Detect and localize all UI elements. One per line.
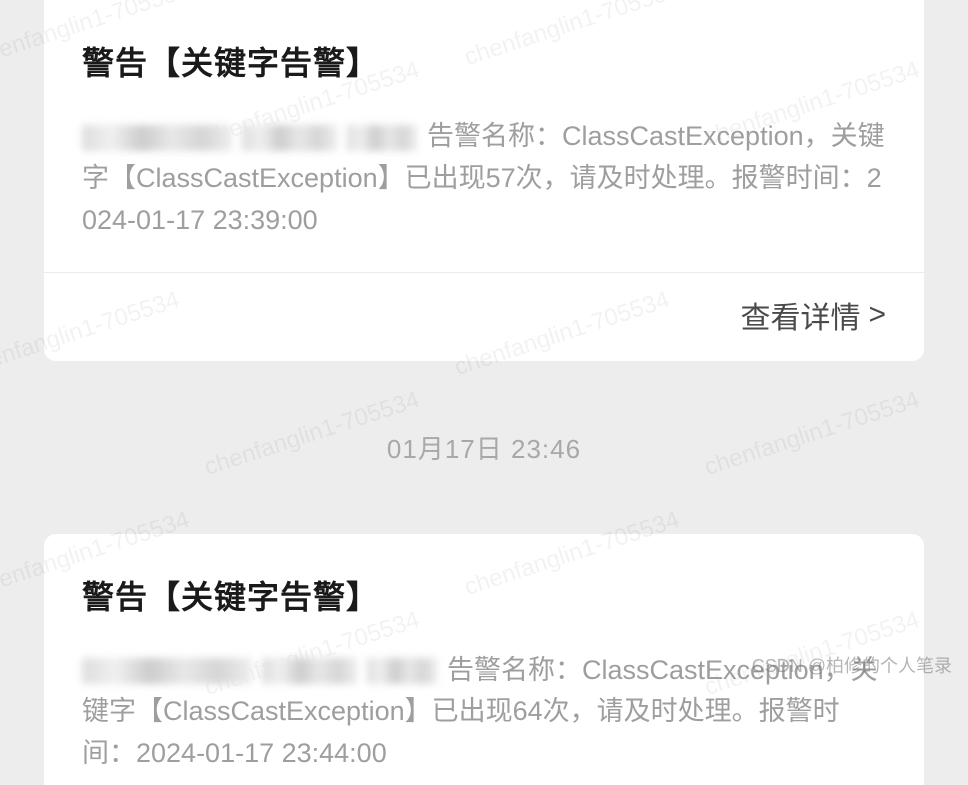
alert-title: 警告【关键字告警】: [82, 572, 886, 618]
view-details-label: 查看详情: [740, 293, 860, 337]
redacted-block: [82, 125, 232, 151]
redacted-block: [347, 125, 417, 151]
alert-title: 警告【关键字告警】: [82, 38, 886, 84]
csdn-watermark: CSDN @柏修的个人笔录: [752, 652, 952, 678]
alert-body: 告警名称：ClassCastException，关键字【ClassCastExc…: [82, 116, 886, 242]
message-timestamp: 01月17日 23:46: [0, 429, 968, 466]
view-details-link[interactable]: 查看详情 >: [740, 293, 886, 337]
alert-footer: 查看详情 >: [44, 273, 924, 361]
alert-card-content: 警告【关键字告警】 告警名称：ClassCastException，关键字【Cl…: [44, 0, 924, 272]
chevron-right-icon: >: [868, 298, 886, 332]
redacted-block: [82, 658, 252, 684]
redacted-block: [367, 658, 437, 684]
redacted-block: [262, 658, 357, 684]
redacted-block: [242, 125, 337, 151]
alert-card: 警告【关键字告警】 告警名称：ClassCastException，关键字【Cl…: [44, 0, 924, 361]
